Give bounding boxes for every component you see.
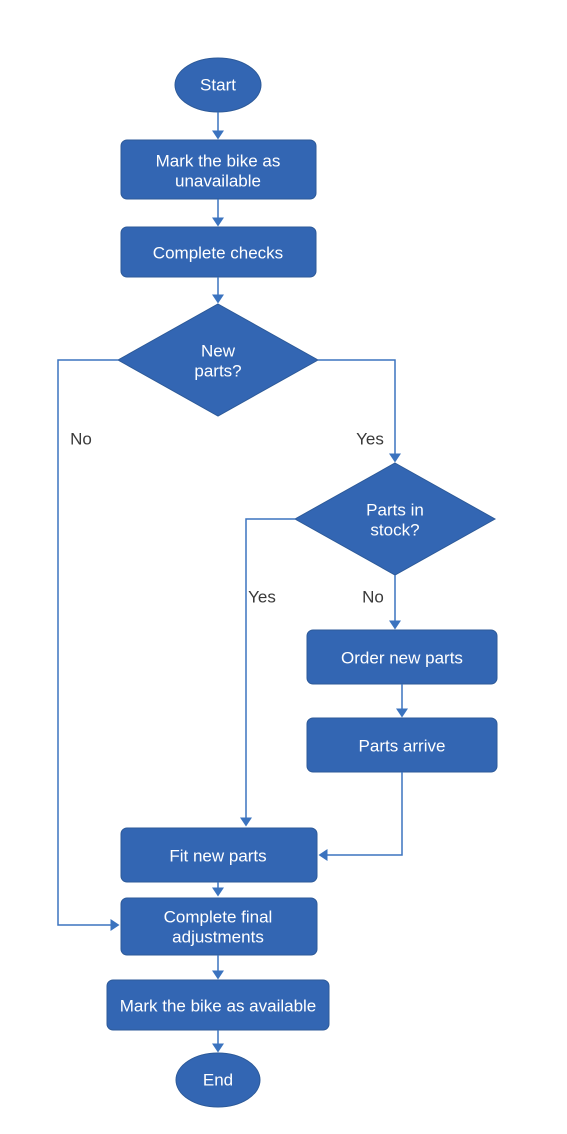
edge-label-new-parts-yes: Yes xyxy=(356,429,384,448)
edge-arrive-to-fit xyxy=(320,772,402,855)
node-mark-unavailable-label-1: Mark the bike as xyxy=(156,151,281,170)
node-parts-in-stock-label-2: stock? xyxy=(370,520,419,539)
node-complete-checks-label: Complete checks xyxy=(153,243,283,262)
node-new-parts-label-2: parts? xyxy=(194,361,241,380)
edge-label-parts-in-stock-no: No xyxy=(362,587,384,606)
edge-label-new-parts-no: No xyxy=(70,429,92,448)
node-mark-available-label: Mark the bike as available xyxy=(120,996,317,1015)
edge-parts-in-stock-yes xyxy=(246,519,295,825)
node-fit-parts-label: Fit new parts xyxy=(169,846,266,865)
edge-label-parts-in-stock-yes: Yes xyxy=(248,587,276,606)
node-start-label: Start xyxy=(200,75,236,94)
node-parts-arrive-label: Parts arrive xyxy=(359,736,446,755)
node-new-parts-label-1: New xyxy=(201,341,236,360)
node-final-adjustments-label-2: adjustments xyxy=(172,927,264,946)
flowchart: Start Mark the bike as unavailable Compl… xyxy=(0,0,567,1134)
node-parts-in-stock-label-1: Parts in xyxy=(366,500,424,519)
node-final-adjustments-label-1: Complete final xyxy=(164,907,273,926)
node-order-parts-label: Order new parts xyxy=(341,648,463,667)
node-end-label: End xyxy=(203,1070,233,1089)
node-mark-unavailable-label-2: unavailable xyxy=(175,171,261,190)
